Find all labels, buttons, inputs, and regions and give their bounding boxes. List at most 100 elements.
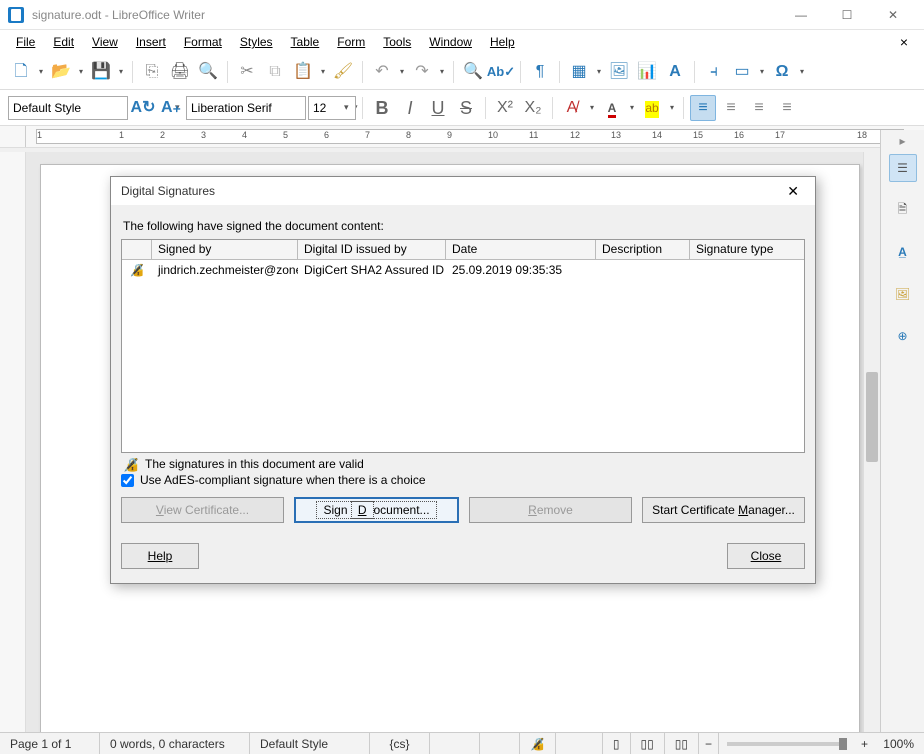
view-single-page-button[interactable]: ▯ (602, 733, 631, 754)
insert-chart-button[interactable]: 📊 (634, 59, 660, 85)
menu-insert[interactable]: Insert (128, 33, 174, 51)
clear-format-button[interactable]: A̸ (559, 95, 585, 121)
sidebar-navigator-button[interactable]: ⊕ (889, 322, 917, 350)
status-page[interactable]: Page 1 of 1 (0, 733, 100, 754)
save-button[interactable]: 💾 (88, 59, 114, 85)
table-dropdown[interactable]: ▾ (594, 67, 604, 76)
ades-label[interactable]: Use AdES-compliant signature when there … (140, 473, 426, 487)
menu-styles[interactable]: Styles (232, 33, 281, 51)
formatting-marks-button[interactable]: ¶ (527, 59, 553, 85)
col-date[interactable]: Date (446, 240, 596, 259)
print-preview-button[interactable]: 🔍 (195, 59, 221, 85)
align-right-button[interactable]: ≡ (746, 95, 772, 121)
zoom-percent[interactable]: 100% (874, 733, 924, 754)
menu-edit[interactable]: Edit (45, 33, 82, 51)
export-pdf-button[interactable]: ⎘ (139, 59, 165, 85)
print-button[interactable]: 🖨 (167, 59, 193, 85)
status-style[interactable]: Default Style (250, 733, 370, 754)
underline-button[interactable]: U (425, 95, 451, 121)
close-dialog-button[interactable]: Close (727, 543, 805, 569)
clone-format-button[interactable]: 🖌 (330, 59, 356, 85)
sign-document-button[interactable]: Sign Document... (294, 497, 459, 523)
copy-button[interactable]: ⧉ (262, 59, 288, 85)
font-color-dropdown[interactable]: ▾ (627, 103, 637, 112)
col-icon[interactable] (122, 240, 152, 259)
paste-dropdown[interactable]: ▾ (318, 67, 328, 76)
open-button[interactable]: 📂 (48, 59, 74, 85)
clear-format-dropdown[interactable]: ▾ (587, 103, 597, 112)
insert-field-button[interactable]: ▭ (729, 59, 755, 85)
paste-button[interactable]: 📋 (290, 59, 316, 85)
help-button[interactable]: Help (121, 543, 199, 569)
subscript-button[interactable]: X₂ (520, 95, 546, 121)
font-size-input[interactable] (313, 101, 337, 115)
dialog-titlebar[interactable]: Digital Signatures ✕ (111, 177, 815, 205)
zoom-out-button[interactable]: − (699, 733, 719, 754)
undo-button[interactable]: ↶ (369, 59, 395, 85)
sidebar-properties-button[interactable]: ☰ (889, 154, 917, 182)
special-char-dropdown[interactable]: ▾ (797, 67, 807, 76)
font-color-button[interactable]: A (599, 95, 625, 121)
maximize-button[interactable]: ☐ (824, 0, 870, 30)
status-wordcount[interactable]: 0 words, 0 characters (100, 733, 250, 754)
sidebar-page-button[interactable]: 🗎 (889, 196, 917, 224)
status-language[interactable]: {cs} (370, 733, 430, 754)
sidebar-gallery-button[interactable]: 🖼 (889, 280, 917, 308)
undo-dropdown[interactable]: ▾ (397, 67, 407, 76)
col-description[interactable]: Description (596, 240, 690, 259)
vertical-scrollbar[interactable] (863, 152, 880, 732)
col-issued-by[interactable]: Digital ID issued by (298, 240, 446, 259)
insert-image-button[interactable]: 🖼 (606, 59, 632, 85)
update-style-button[interactable]: A↻ (130, 95, 156, 121)
paragraph-style-combo[interactable]: ▾ (8, 96, 128, 120)
sidebar-styles-button[interactable]: A̲ (889, 238, 917, 266)
new-doc-dropdown[interactable]: ▾ (36, 67, 46, 76)
ades-checkbox[interactable] (121, 474, 134, 487)
menu-view[interactable]: View (84, 33, 126, 51)
close-window-button[interactable]: ✕ (870, 0, 916, 30)
spellcheck-button[interactable]: Ab✓ (488, 59, 514, 85)
dialog-close-button[interactable]: ✕ (781, 181, 805, 202)
cut-button[interactable]: ✂ (234, 59, 260, 85)
scrollbar-thumb[interactable] (866, 372, 878, 462)
signatures-table[interactable]: Signed by Digital ID issued by Date Desc… (121, 239, 805, 453)
new-style-button[interactable]: A₊ (158, 95, 184, 121)
horizontal-ruler[interactable]: 1123456789101112131415161718 (36, 129, 904, 144)
font-size-combo[interactable]: ▾ (308, 96, 356, 120)
view-multi-page-button[interactable]: ▯▯ (631, 733, 665, 754)
status-signature[interactable]: 🔏 (520, 733, 556, 754)
menu-file[interactable]: File (8, 33, 43, 51)
start-cert-manager-button[interactable]: Start Certificate Manager... (642, 497, 805, 523)
minimize-button[interactable]: — (778, 0, 824, 30)
open-dropdown[interactable]: ▾ (76, 67, 86, 76)
bold-button[interactable]: B (369, 95, 395, 121)
zoom-in-button[interactable]: + (855, 733, 874, 754)
field-dropdown[interactable]: ▾ (757, 67, 767, 76)
col-signed-by[interactable]: Signed by (152, 240, 298, 259)
save-dropdown[interactable]: ▾ (116, 67, 126, 76)
superscript-button[interactable]: X² (492, 95, 518, 121)
align-left-button[interactable]: ≡ (690, 95, 716, 121)
view-book-button[interactable]: ▯▯ (665, 733, 699, 754)
redo-dropdown[interactable]: ▾ (437, 67, 447, 76)
menu-window[interactable]: Window (421, 33, 480, 51)
menu-table[interactable]: Table (283, 33, 328, 51)
new-doc-button[interactable]: 🗋 (8, 59, 34, 85)
col-sig-type[interactable]: Signature type (690, 240, 804, 259)
highlight-dropdown[interactable]: ▾ (667, 103, 677, 112)
align-justify-button[interactable]: ≡ (774, 95, 800, 121)
find-replace-button[interactable]: 🔍 (460, 59, 486, 85)
menu-form[interactable]: Form (329, 33, 373, 51)
menu-format[interactable]: Format (176, 33, 230, 51)
close-document-button[interactable]: × (892, 30, 916, 54)
vertical-ruler[interactable] (0, 152, 26, 732)
menu-help[interactable]: Help (482, 33, 523, 51)
strikethrough-button[interactable]: S (453, 95, 479, 121)
redo-button[interactable]: ↷ (409, 59, 435, 85)
italic-button[interactable]: I (397, 95, 423, 121)
insert-textbox-button[interactable]: A (662, 59, 688, 85)
font-name-combo[interactable]: ▾ (186, 96, 306, 120)
menu-tools[interactable]: Tools (375, 33, 419, 51)
status-insert-mode[interactable] (430, 733, 480, 754)
table-row[interactable]: 🔏 jindrich.zechmeister@zone DigiCert SHA… (122, 260, 804, 280)
